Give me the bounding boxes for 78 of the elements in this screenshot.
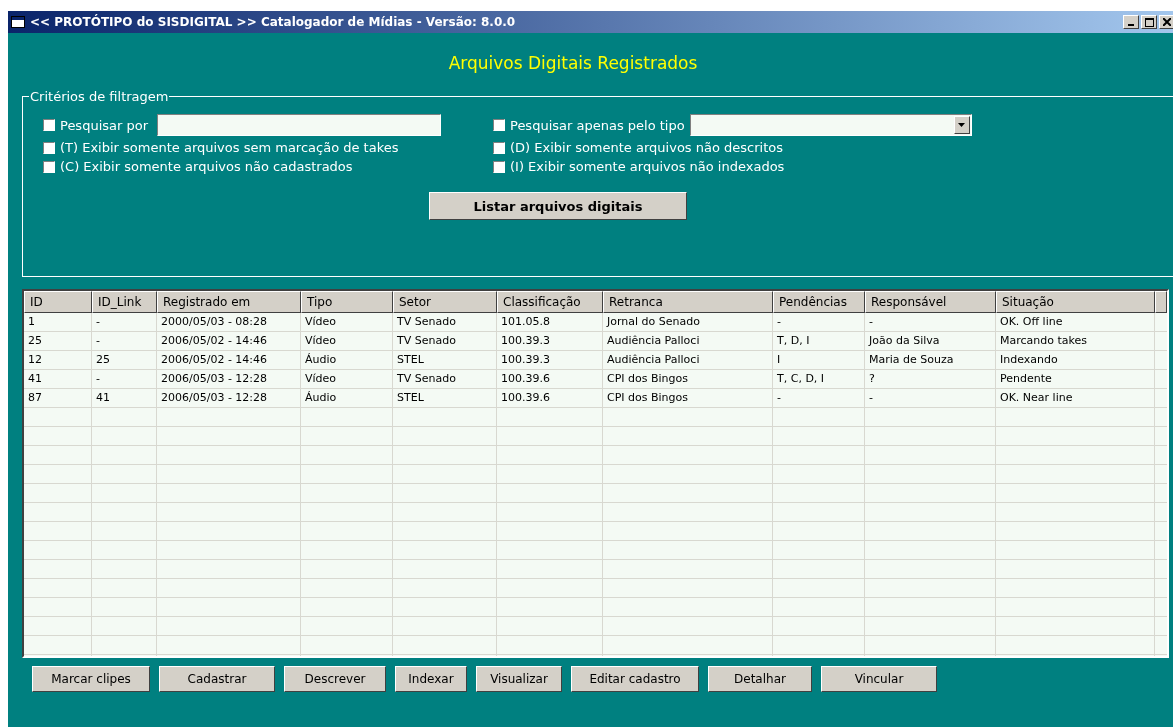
column-header[interactable]: Setor [393, 291, 497, 313]
table-cell: OK. Near line [996, 389, 1155, 408]
table-cell: - [92, 332, 157, 351]
table-cell: 12 [24, 351, 92, 370]
table-cell: 101.05.8 [497, 313, 603, 332]
column-header[interactable]: Responsável [865, 291, 996, 313]
table-cell: Pendente [996, 370, 1155, 389]
table-cell: STEL [393, 351, 497, 370]
table-cell: 2006/05/03 - 12:28 [157, 389, 301, 408]
table-cell: ? [865, 370, 996, 389]
table-cell: - [773, 389, 865, 408]
table-cell: Indexando [996, 351, 1155, 370]
table-cell: STEL [393, 389, 497, 408]
checkbox-label: (D) Exibir somente arquivos não descritos [510, 140, 783, 155]
table-cell: I [773, 351, 865, 370]
table-cell: - [92, 370, 157, 389]
table-cell: TV Senado [393, 332, 497, 351]
window-title: << PROTÓTIPO do SISDIGITAL >> Catalogador de Mídias - Versão: 8.0.0 [30, 15, 517, 29]
table-cell: 41 [24, 370, 92, 389]
action-button[interactable]: Vincular [821, 666, 937, 692]
page-heading: Arquivos Digitais Registrados [447, 53, 699, 73]
action-button[interactable]: Indexar [395, 666, 467, 692]
table-cell: 2006/05/02 - 14:46 [157, 332, 301, 351]
table-cell: Áudio [301, 351, 393, 370]
table-cell: T, D, I [773, 332, 865, 351]
checkbox-label: Pesquisar apenas pelo tipo [510, 117, 685, 133]
action-button[interactable]: Editar cadastro [571, 666, 699, 692]
action-button[interactable]: Cadastrar [159, 666, 275, 692]
checkbox-label: Pesquisar por [60, 117, 149, 133]
checkbox-label: (T) Exibir somente arquivos sem marcação de takes [60, 140, 399, 155]
table-cell: Vídeo [301, 332, 393, 351]
table-cell: 1 [24, 313, 92, 332]
action-button[interactable]: Marcar clipes [32, 666, 150, 692]
checkbox-label: (C) Exibir somente arquivos não cadastrados [60, 159, 353, 174]
column-header[interactable]: ID [24, 291, 92, 313]
table-cell: 2006/05/03 - 12:28 [157, 370, 301, 389]
table-cell: 100.39.6 [497, 370, 603, 389]
table-cell: 41 [92, 389, 157, 408]
column-header[interactable]: Retranca [603, 291, 773, 313]
table-cell: - [865, 389, 996, 408]
group-legend: Critérios de filtragem [29, 89, 170, 104]
table-cell: Audiência Palloci [603, 351, 773, 370]
table-cell: 25 [92, 351, 157, 370]
table-cell: João da Silva [865, 332, 996, 351]
table-cell: Audiência Palloci [603, 332, 773, 351]
table-cell: TV Senado [393, 313, 497, 332]
table-cell: 25 [24, 332, 92, 351]
table-cell: Vídeo [301, 313, 393, 332]
table-cell: CPI dos Bingos [603, 389, 773, 408]
table-cell: 100.39.6 [497, 389, 603, 408]
action-button[interactable]: Detalhar [708, 666, 812, 692]
action-button[interactable]: Visualizar [476, 666, 562, 692]
table-cell: 2000/05/03 - 08:28 [157, 313, 301, 332]
table-cell: Vídeo [301, 370, 393, 389]
column-header[interactable]: Pendências [773, 291, 865, 313]
table-cell: - [865, 313, 996, 332]
checkbox-label: (I) Exibir somente arquivos não indexados [510, 159, 785, 174]
table-cell: - [92, 313, 157, 332]
table-cell: 2006/05/02 - 14:46 [157, 351, 301, 370]
table-cell: T, C, D, I [773, 370, 865, 389]
table-cell: Marcando takes [996, 332, 1155, 351]
table-cell: 100.39.3 [497, 351, 603, 370]
table-cell: Maria de Souza [865, 351, 996, 370]
column-header[interactable]: Classificação [497, 291, 603, 313]
column-header[interactable]: Registrado em [157, 291, 301, 313]
table-cell: 87 [24, 389, 92, 408]
action-button[interactable]: Descrever [284, 666, 386, 692]
table-cell: OK. Off line [996, 313, 1155, 332]
table-cell: CPI dos Bingos [603, 370, 773, 389]
table-cell: Jornal do Senado [603, 313, 773, 332]
table-cell: Áudio [301, 389, 393, 408]
table-cell: 100.39.3 [497, 332, 603, 351]
table-cell: - [773, 313, 865, 332]
column-header[interactable]: Situação [996, 291, 1155, 313]
list-files-button[interactable]: Listar arquivos digitais [429, 192, 687, 220]
column-header[interactable]: Tipo [301, 291, 393, 313]
column-header[interactable]: ID_Link [92, 291, 157, 313]
table-cell: TV Senado [393, 370, 497, 389]
